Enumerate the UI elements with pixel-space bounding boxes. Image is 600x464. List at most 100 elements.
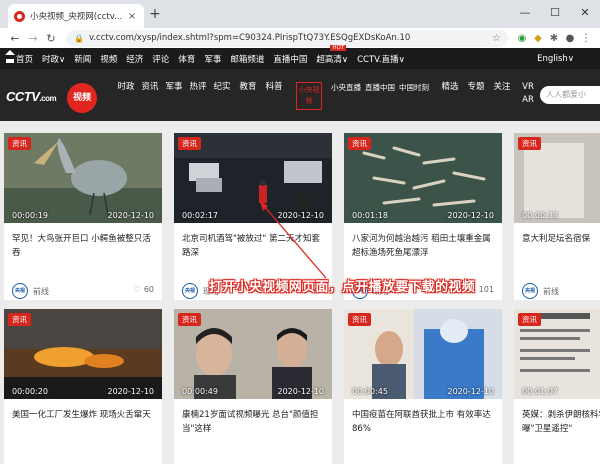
cat-repin[interactable]: 热评 (188, 81, 208, 94)
lock-icon: 🔒 (74, 33, 84, 43)
category-tag: 资讯 (178, 137, 201, 150)
puzzle-icon[interactable]: ✱ (546, 33, 562, 44)
cctv-top-nav: 首页 时政∨ 新闻 视频 经济 评论 体育 军事 邮箱频道 直播中国 超高清∨ H… (0, 44, 600, 69)
duration: 00:00:45 (352, 387, 388, 396)
video-title[interactable]: 八家河为何越治越污 稻田土壤重金属超标渔场死鱼尾漂浮 (352, 232, 496, 260)
forward-icon[interactable]: → (24, 32, 42, 45)
minimize-button[interactable]: — (510, 0, 540, 28)
source-logo-icon: 央视 (12, 283, 28, 299)
nav-home[interactable]: 首页 (5, 49, 33, 65)
hot-badge: HOT (330, 44, 347, 51)
category-tag: 资讯 (348, 313, 371, 326)
video-title[interactable]: 康楠21岁面试视频曝光 总台"颜值担当"这样 (182, 408, 326, 436)
extension-icon[interactable]: ◉ (514, 33, 530, 44)
video-card[interactable]: 资讯 00:00:20 2020-12-10 美国一化工厂发生爆炸 现场火舌窜天 (4, 309, 162, 464)
search-input[interactable]: 人人都爱小 (540, 86, 600, 104)
date: 2020-12-10 (277, 211, 325, 220)
category-tag: 资讯 (518, 313, 541, 326)
nav-item[interactable]: 新闻 (74, 53, 91, 65)
menu-icon[interactable]: ⋮ (578, 33, 594, 44)
back-icon[interactable]: ← (6, 32, 24, 45)
video-channel-badge[interactable]: 视频 (67, 83, 97, 113)
video-title[interactable]: 中国疫苗在阿联酋获批上市 有效率达86% (352, 408, 496, 436)
tab-strip: 小央视频_央视网(cctv... × + — ☐ ✕ (0, 0, 600, 28)
cat-junshi[interactable]: 军事 (164, 81, 184, 94)
video-card[interactable]: 资讯 00:02:17 2020-12-10 北京司机酒驾"被放过" 第二天才知… (174, 133, 332, 300)
language-switch[interactable]: English∨ (537, 54, 574, 64)
browser-tab[interactable]: 小央视频_央视网(cctv... × (8, 4, 144, 28)
duration: 00:02:17 (182, 211, 218, 220)
video-title[interactable]: 北京司机酒驾"被放过" 第二天才知套路深 (182, 232, 326, 260)
duration: 00:00:33 (522, 211, 558, 220)
nav-item[interactable]: 评论 (152, 53, 169, 65)
video-title[interactable]: 美国一化工厂发生爆炸 现场火舌窜天 (12, 408, 156, 422)
video-card[interactable]: 资讯 00:00:19 2020-12-10 罕见！大鸟张开巨口 小鳄鱼被整只活… (4, 133, 162, 300)
cat-xiaoyang-video[interactable]: 小央视频 (296, 82, 322, 110)
video-thumbnail[interactable]: 资讯 00:00:49 2020-12-10 (174, 309, 332, 399)
cat-jishi[interactable]: 纪实 (212, 81, 232, 94)
nav-item[interactable]: 直播中国 (273, 53, 307, 65)
reload-icon[interactable]: ↻ (42, 32, 60, 45)
profile-icon[interactable]: ● (562, 33, 578, 44)
video-title[interactable]: 意大利足坛名宿保 (522, 232, 600, 246)
category-tag: 资讯 (8, 137, 31, 150)
cat-guanzhu[interactable]: 关注 (492, 81, 512, 94)
video-thumbnail[interactable]: 资讯 00:01:07 2020-12-10 (514, 309, 600, 399)
cat-kepu[interactable]: 科普 (264, 81, 284, 94)
close-window-button[interactable]: ✕ (570, 0, 600, 28)
like-count[interactable]: ♡ 60 (134, 285, 154, 294)
cat-jiaoyu[interactable]: 教育 (238, 81, 258, 94)
video-card[interactable]: 资讯 00:00:49 2020-12-10 康楠21岁面试视频曝光 总台"颜值… (174, 309, 332, 464)
category-tag: 资讯 (348, 137, 371, 150)
video-card[interactable]: 资讯 00:00:45 2020-12-10 中国疫苗在阿联酋获批上市 有效率达… (344, 309, 502, 464)
video-card[interactable]: 资讯 00:00:33 2020-12-10 意大利足坛名宿保 央视前线 (514, 133, 600, 300)
source[interactable]: 央视 前线 (12, 283, 49, 299)
video-thumbnail[interactable]: 资讯 00:00:20 2020-12-10 (4, 309, 162, 399)
address-bar[interactable]: 🔒 v.cctv.com/xysp/index.shtml?spm=C90324… (66, 29, 508, 47)
nav-item[interactable]: 军事 (204, 53, 221, 65)
cat-zixun[interactable]: 资讯 (140, 81, 160, 94)
new-tab-button[interactable]: + (148, 7, 162, 22)
url-text: v.cctv.com/xysp/index.shtml?spm=C90324.P… (88, 33, 411, 43)
date: 2020-12-10 (107, 211, 155, 220)
nav-item[interactable]: 时政∨ (42, 53, 65, 65)
nav-item[interactable]: 视频 (100, 53, 117, 65)
cat-zhuanti[interactable]: 专题 (466, 81, 486, 94)
video-card[interactable]: 资讯 00:01:18 2020-12-10 八家河为何越治越污 稻田土壤重金属… (344, 133, 502, 300)
video-thumbnail[interactable]: 资讯 00:01:18 2020-12-10 (344, 133, 502, 223)
nav-item[interactable]: 经济 (126, 53, 143, 65)
duration: 00:01:07 (522, 387, 558, 396)
video-title[interactable]: 英媒：剥杀伊朗核科学家的武器被曝"卫星遥控" (522, 408, 600, 436)
tab-close-icon[interactable]: × (126, 11, 138, 22)
nav-item-uhd[interactable]: 超高清∨ HOT (316, 44, 348, 65)
heart-icon: ♡ (133, 285, 141, 294)
category-tag: 资讯 (178, 313, 201, 326)
nav-item[interactable]: 体育 (178, 53, 195, 65)
nav-item[interactable]: CCTV.直播∨ (357, 53, 405, 65)
bookmark-star-icon[interactable]: ☆ (492, 33, 501, 44)
video-channel-nav: CCTV.com 视频 时政 资讯 军事 热评 纪实 教育 科普 小央视频 小央… (0, 69, 600, 121)
video-card[interactable]: 资讯 00:01:07 2020-12-10 英媒：剥杀伊朗核科学家的武器被曝"… (514, 309, 600, 464)
nav-item[interactable]: 邮箱频道 (230, 53, 264, 65)
cat-shizheng[interactable]: 时政 (116, 81, 136, 94)
video-thumbnail[interactable]: 资讯 00:00:19 2020-12-10 (4, 133, 162, 223)
video-thumbnail[interactable]: 资讯 00:00:33 2020-12-10 (514, 133, 600, 223)
home-icon (5, 49, 15, 63)
video-thumbnail[interactable]: 资讯 00:02:17 2020-12-10 (174, 133, 332, 223)
duration: 00:00:20 (12, 387, 48, 396)
cat-jingxuan[interactable]: 精选 (440, 81, 460, 94)
video-thumbnail[interactable]: 资讯 00:00:45 2020-12-10 (344, 309, 502, 399)
maximize-button[interactable]: ☐ (540, 0, 570, 28)
cat-vr-ar[interactable]: VR AR (518, 81, 538, 107)
video-title[interactable]: 罕见！大鸟张开巨口 小鳄鱼被整只活吞 (12, 232, 156, 260)
extension-icon[interactable]: ◆ (530, 33, 546, 44)
annotation-caption: 打开小央视频网页面，点开播放要下载的视频 (209, 280, 476, 295)
source[interactable]: 央视 前线 (522, 283, 559, 299)
cctv-logo[interactable]: CCTV.com (6, 89, 57, 104)
cat-live[interactable]: 中国时刻 (399, 81, 429, 94)
browser-toolbar: ← → ↻ 🔒 v.cctv.com/xysp/index.shtml?spm=… (0, 28, 600, 48)
cat-live[interactable]: 小央直播 (331, 81, 361, 94)
duration: 00:00:49 (182, 387, 218, 396)
cat-live[interactable]: 直播中国 (365, 81, 395, 94)
date: 2020-12-10 (277, 387, 325, 396)
